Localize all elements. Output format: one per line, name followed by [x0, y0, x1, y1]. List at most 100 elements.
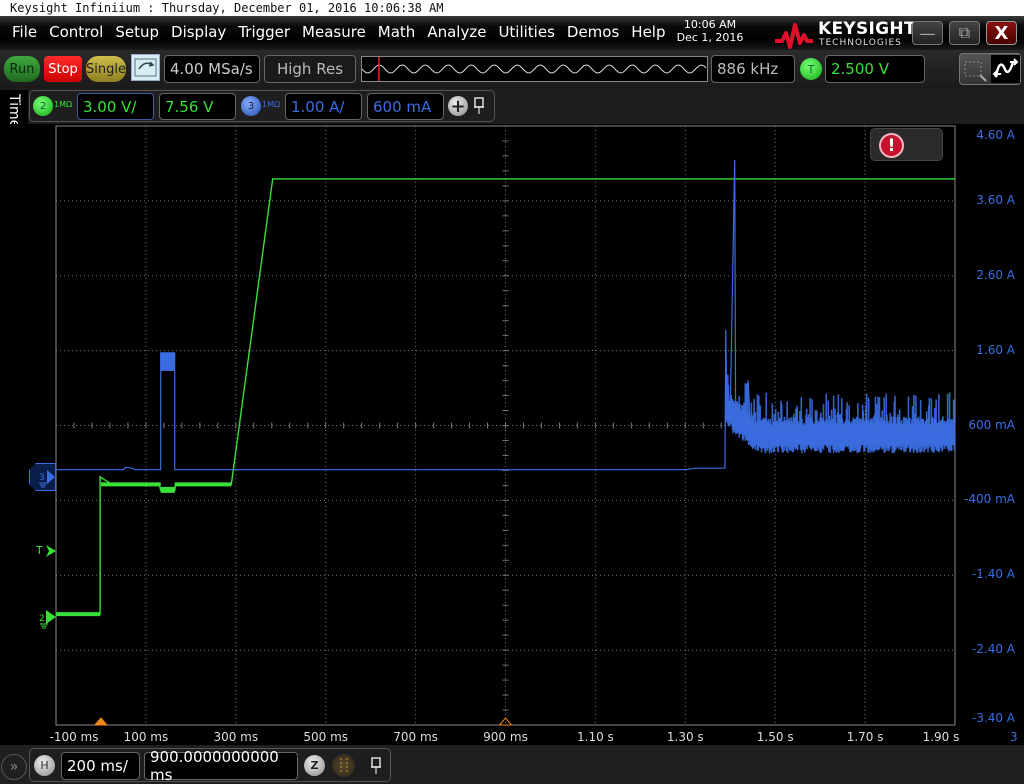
x-tick-label: 700 ms — [393, 730, 438, 744]
channel-3-scale-field[interactable]: 1.00 A/ — [285, 93, 362, 120]
menu-item-setup[interactable]: Setup — [109, 23, 165, 41]
sample-rate-field[interactable]: 4.00 MSa/s — [164, 55, 260, 83]
plus-icon: + — [450, 95, 466, 117]
x-tick-label: 900 ms — [483, 730, 528, 744]
pin-icon[interactable] — [370, 757, 382, 775]
default-setup-button[interactable] — [131, 54, 160, 81]
minimize-icon: — — [919, 23, 936, 43]
menu-item-control[interactable]: Control — [43, 23, 109, 41]
trigger-frequency-field: 886 kHz — [711, 55, 795, 83]
cursors-button[interactable] — [332, 754, 355, 777]
x-tick-label: 1.50 s — [756, 730, 794, 744]
clock-time: 10:06 AM — [683, 18, 737, 31]
channel-3-offset-field[interactable]: 600 mA — [367, 93, 444, 120]
channel-2-dip — [160, 486, 175, 493]
pin-icon[interactable] — [473, 97, 485, 115]
expand-sidebar-button[interactable]: » — [1, 754, 27, 780]
channel-bar: 2 1MΩ 3.00 V/ 7.56 V 3 1MΩ 1.00 A/ 600 m… — [29, 90, 495, 122]
minimize-button[interactable]: — — [912, 21, 943, 45]
stop-button[interactable]: Stop — [44, 56, 82, 82]
menu: File Control Setup Display Trigger Measure Mat… — [6, 23, 672, 41]
channel-2-badge[interactable]: 2 — [33, 96, 53, 116]
horizontal-position-field[interactable]: 900.0000000000 ms — [144, 748, 298, 784]
trigger-level-field[interactable]: 2.500 V — [825, 55, 925, 83]
x-tick-label: 500 ms — [303, 730, 349, 744]
y-tick-label: -3.40 A — [971, 711, 1015, 725]
y-tick-label: -2.40 A — [971, 642, 1015, 657]
x-tick-label: 300 ms — [213, 730, 259, 744]
menu-item-demos[interactable]: Demos — [561, 23, 625, 41]
x-tick-label: 1.30 s — [666, 730, 704, 744]
menu-item-display[interactable]: Display — [165, 23, 232, 41]
double-chevron-right-icon: » — [9, 759, 19, 775]
clock-date: Dec 1, 2016 — [676, 31, 744, 44]
channel-2-impedance: 1MΩ — [54, 100, 73, 109]
close-button[interactable]: X — [986, 21, 1017, 45]
channel-2-offset-field[interactable]: 7.56 V — [159, 93, 236, 120]
cursor-lines-icon — [340, 757, 347, 774]
y-tick-label: 4.60 A — [976, 128, 1015, 142]
channel-3-badge[interactable]: 3 — [241, 96, 261, 116]
menu-item-measure[interactable]: Measure — [296, 23, 372, 41]
channel-3-impedance: 1MΩ — [262, 100, 281, 109]
close-icon: X — [994, 22, 1009, 44]
menu-item-trigger[interactable]: Trigger — [232, 23, 296, 41]
x-tick-label: -100 ms — [49, 730, 99, 744]
channel-3-ground-marker[interactable]: 3 — [29, 463, 56, 491]
y-tick-label: 1.60 A — [976, 342, 1015, 357]
touch-mode-toggle[interactable] — [959, 53, 1021, 85]
menu-item-utilities[interactable]: Utilities — [492, 23, 560, 41]
zoom-icon: Z — [310, 759, 319, 772]
restore-icon: ⧉ — [958, 23, 971, 42]
channel-2-ground-marker[interactable]: 2 — [38, 607, 58, 635]
single-button[interactable]: Single — [86, 56, 126, 82]
zoom-button[interactable]: Z — [304, 755, 325, 776]
clock: 10:06 AM Dec 1, 2016 — [672, 18, 748, 44]
trigger-marker-label: T — [36, 544, 43, 557]
channel-2-scale-field[interactable]: 3.00 V/ — [77, 93, 154, 120]
x-tick-label: 1.90 s — [922, 730, 960, 744]
drag-mode-icon — [964, 61, 987, 82]
overview-wave-path — [361, 64, 707, 74]
waveform-overview[interactable] — [361, 56, 708, 82]
x-tick-label: 1.70 s — [846, 730, 884, 744]
y-tick-label: 3.60 A — [976, 192, 1015, 207]
ground-icon: 3 — [39, 470, 55, 488]
y-tick-label: -400 mA — [964, 492, 1015, 507]
logo-word: KEYSIGHT — [818, 19, 916, 39]
x-tick-label: 1.10 s — [576, 730, 614, 744]
autoscale-icon — [134, 58, 157, 77]
horizontal-controls: H 200 ms/ 900.0000000000 ms Z — [29, 748, 391, 784]
acquisition-mode-button[interactable]: High Res — [264, 55, 356, 83]
add-channel-button[interactable]: + — [448, 95, 468, 117]
waveform-drag-icon — [991, 55, 1020, 83]
trigger-arrow-icon — [46, 545, 57, 557]
menu-item-help[interactable]: Help — [625, 23, 671, 41]
horizontal-badge[interactable]: H — [34, 755, 55, 776]
menu-bar: File Control Setup Display Trigger Measure Mat… — [0, 16, 1024, 50]
waveform-display[interactable] — [0, 124, 1024, 745]
error-notification[interactable]: ! — [870, 128, 943, 161]
menu-item-analyze[interactable]: Analyze — [421, 23, 492, 41]
run-button[interactable]: Run — [4, 56, 40, 82]
channel-3-pulse — [160, 352, 175, 371]
ground-icon: 2 — [39, 610, 56, 629]
logo-sub: TECHNOLOGIES — [819, 38, 902, 48]
svg-text:3: 3 — [39, 473, 45, 483]
y-tick-label: 600 mA — [968, 417, 1015, 432]
keysight-logo: KEYSIGHT TECHNOLOGIES — [774, 19, 916, 49]
window-title: Keysight Infiniium : Thursday, December … — [0, 0, 1024, 16]
trigger-level-marker[interactable]: T — [36, 544, 57, 557]
svg-text:2: 2 — [39, 614, 45, 624]
error-icon: ! — [879, 133, 904, 158]
menu-item-math[interactable]: Math — [372, 23, 422, 41]
restore-button[interactable]: ⧉ — [949, 21, 980, 45]
right-axis-channel-indicator: 3 — [1010, 730, 1018, 744]
x-tick-label: 100 ms — [123, 730, 169, 744]
menu-item-file[interactable]: File — [6, 23, 43, 41]
y-tick-label: 2.60 A — [976, 267, 1015, 282]
horizontal-scale-field[interactable]: 200 ms/ — [61, 752, 140, 780]
keysight-wave-icon — [775, 23, 813, 49]
y-tick-label: -1.40 A — [971, 567, 1015, 582]
trigger-badge[interactable]: T — [800, 58, 822, 80]
